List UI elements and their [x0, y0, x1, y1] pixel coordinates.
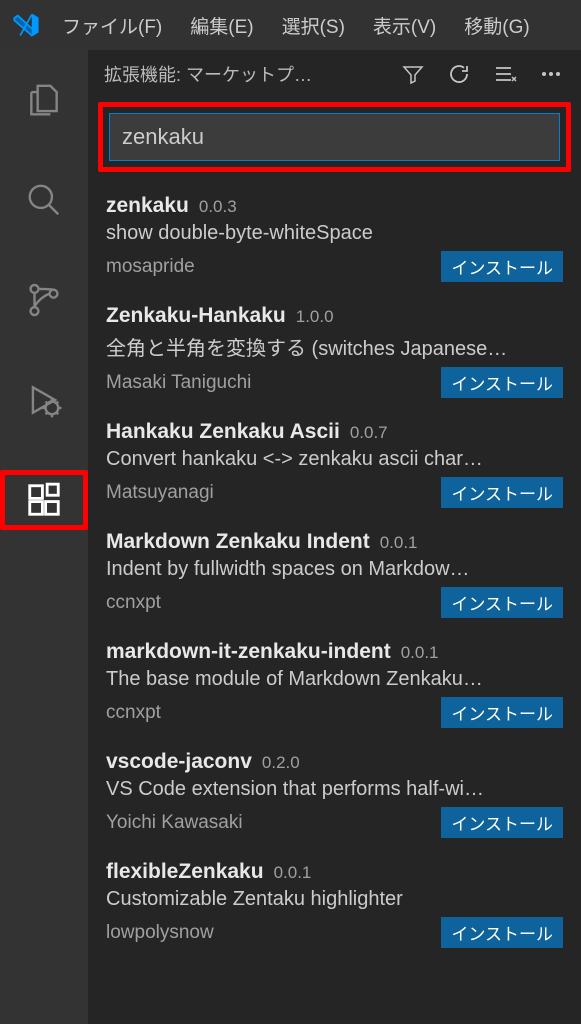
extension-author: Yoichi Kawasaki — [106, 812, 441, 834]
extension-name: Hankaku Zenkaku Ascii — [106, 420, 340, 444]
clear-icon[interactable] — [491, 60, 519, 88]
install-button[interactable]: インストール — [441, 477, 563, 508]
extension-author: lowpolysnow — [106, 922, 441, 944]
extension-name: zenkaku — [106, 194, 189, 218]
extension-name: markdown-it-zenkaku-indent — [106, 640, 391, 664]
extension-version: 0.0.1 — [274, 863, 312, 883]
extension-name: vscode-jaconv — [106, 750, 252, 774]
extension-author: ccnxpt — [106, 702, 441, 724]
extension-version: 0.0.1 — [380, 533, 418, 553]
install-button[interactable]: インストール — [441, 917, 563, 948]
menu-go[interactable]: 移動(G) — [450, 6, 543, 45]
install-button[interactable]: インストール — [441, 251, 563, 282]
refresh-icon[interactable] — [445, 60, 473, 88]
extension-author: Masaki Taniguchi — [106, 372, 441, 394]
menu-file[interactable]: ファイル(F) — [48, 6, 176, 45]
extension-version: 0.0.3 — [199, 197, 237, 217]
extension-version: 0.0.1 — [401, 643, 439, 663]
install-button[interactable]: インストール — [441, 807, 563, 838]
extensions-results: zenkaku 0.0.3 show double-byte-whiteSpace m… — [88, 184, 581, 1024]
filter-icon[interactable] — [399, 60, 427, 88]
extension-version: 1.0.0 — [296, 307, 334, 327]
activity-source-control[interactable] — [0, 270, 88, 330]
extension-item[interactable]: Markdown Zenkaku Indent 0.0.1 Indent by fu… — [98, 520, 571, 630]
search-highlight — [98, 102, 571, 172]
extension-item[interactable]: zenkaku 0.0.3 show double-byte-whiteSpace m… — [98, 184, 571, 294]
extension-description: Customizable Zentaku highlighter — [106, 888, 563, 911]
sidebar-title: 拡張機能: マーケットプ… — [104, 61, 381, 87]
extension-name: Markdown Zenkaku Indent — [106, 530, 370, 554]
extension-item[interactable]: Hankaku Zenkaku Ascii 0.0.7 Convert hankak… — [98, 410, 571, 520]
extension-author: ccnxpt — [106, 592, 441, 614]
install-button[interactable]: インストール — [441, 697, 563, 728]
activity-bar — [0, 50, 88, 1024]
menu-select[interactable]: 選択(S) — [268, 6, 359, 45]
extension-description: VS Code extension that performs half-wi… — [106, 778, 563, 801]
extension-description: Indent by fullwidth spaces on Markdow… — [106, 558, 563, 581]
extension-description: The base module of Markdown Zenkaku… — [106, 668, 563, 691]
extensions-search-input[interactable] — [109, 113, 560, 161]
activity-explorer[interactable] — [0, 70, 88, 130]
install-button[interactable]: インストール — [441, 367, 563, 398]
activity-search[interactable] — [0, 170, 88, 230]
titlebar: ファイル(F) 編集(E) 選択(S) 表示(V) 移動(G) — [0, 0, 581, 50]
activity-extensions[interactable] — [0, 470, 88, 530]
menu-edit[interactable]: 編集(E) — [176, 6, 267, 45]
menu-view[interactable]: 表示(V) — [359, 6, 450, 45]
extension-description: 全角と半角を変換する (switches Japanese… — [106, 332, 563, 361]
extension-name: Zenkaku-Hankaku — [106, 304, 286, 328]
menubar: ファイル(F) 編集(E) 選択(S) 表示(V) 移動(G) — [48, 6, 544, 45]
vscode-logo-icon — [6, 11, 46, 39]
install-button[interactable]: インストール — [441, 587, 563, 618]
extension-item[interactable]: markdown-it-zenkaku-indent 0.0.1 The base … — [98, 630, 571, 740]
extension-description: Convert hankaku <-> zenkaku ascii char… — [106, 448, 563, 471]
extension-author: mosapride — [106, 256, 441, 278]
extension-item[interactable]: flexibleZenkaku 0.0.1 Customizable Zentaku… — [98, 850, 571, 960]
extension-version: 0.2.0 — [262, 753, 300, 773]
extension-item[interactable]: vscode-jaconv 0.2.0 VS Code extension that… — [98, 740, 571, 850]
activity-run-debug[interactable] — [0, 370, 88, 430]
extensions-sidebar: 拡張機能: マーケットプ… zenkaku 0.0.3 show double-by… — [88, 50, 581, 1024]
sidebar-header: 拡張機能: マーケットプ… — [88, 50, 581, 98]
extension-name: flexibleZenkaku — [106, 860, 264, 884]
extension-item[interactable]: Zenkaku-Hankaku 1.0.0 全角と半角を変換する (switches… — [98, 294, 571, 410]
extension-description: show double-byte-whiteSpace — [106, 222, 563, 245]
extension-author: Matsuyanagi — [106, 482, 441, 504]
extension-version: 0.0.7 — [350, 423, 388, 443]
more-icon[interactable] — [537, 60, 565, 88]
